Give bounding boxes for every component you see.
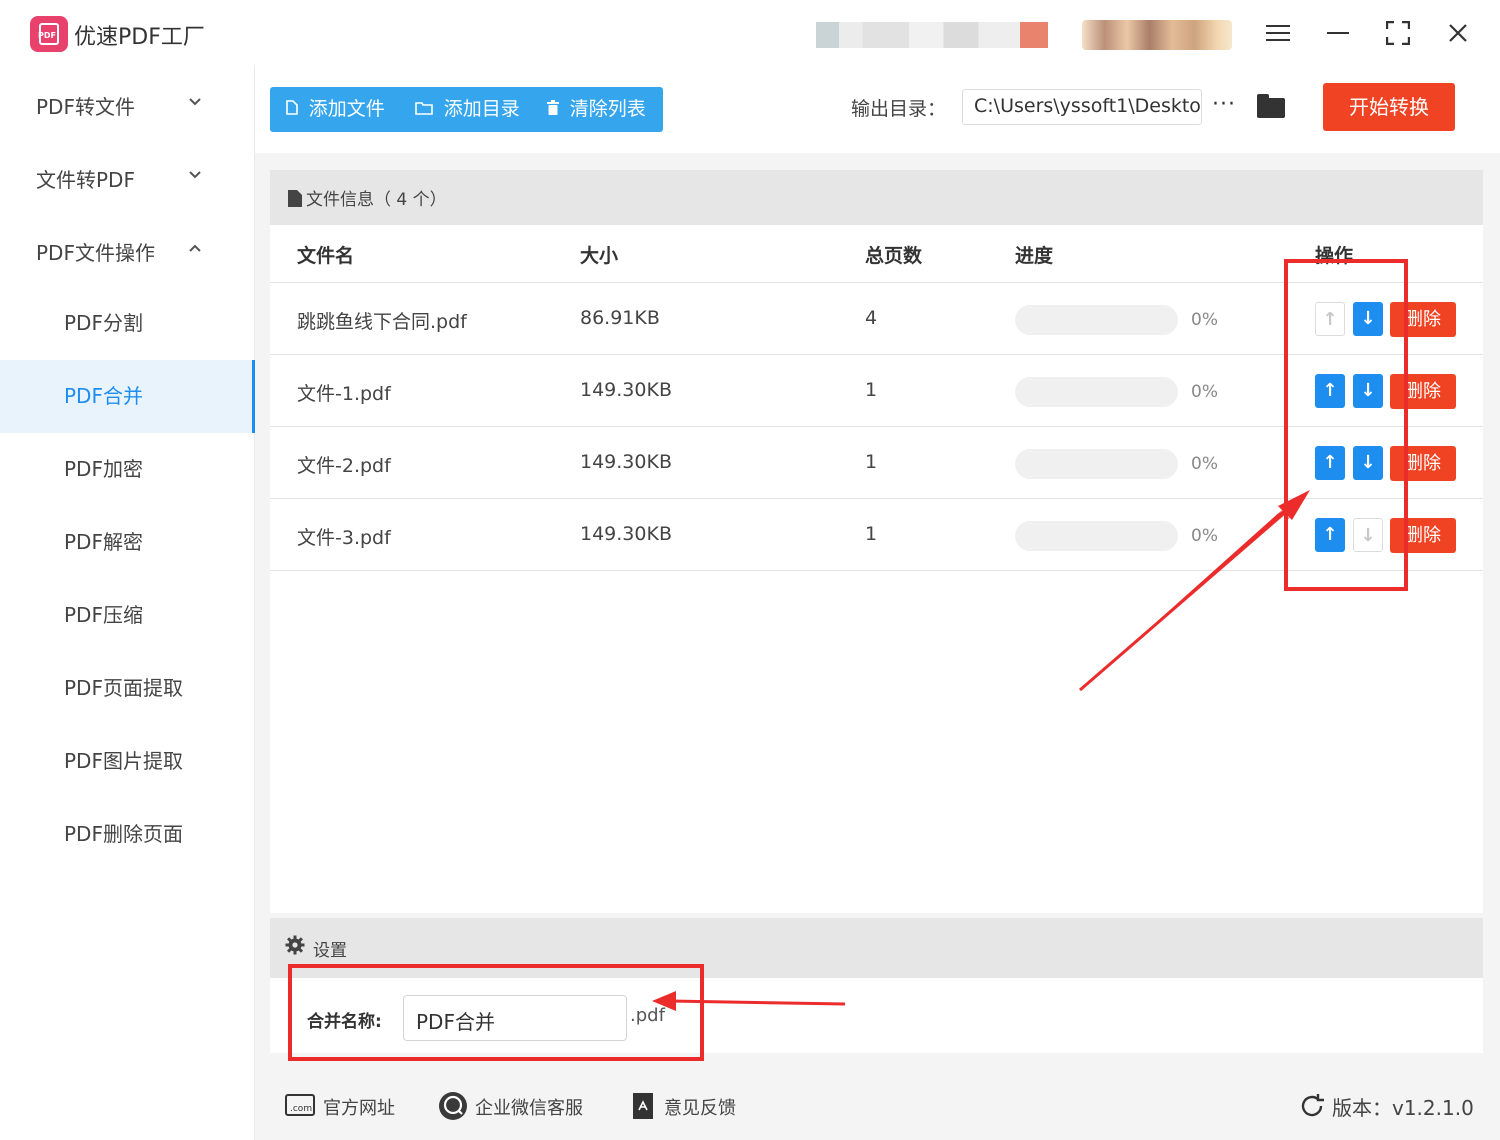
chevron-down-icon[interactable] <box>188 94 202 113</box>
feedback-icon[interactable] <box>632 1092 654 1124</box>
progress-percent: 0% <box>1191 382 1218 402</box>
sidebar-group-pdf-to-file[interactable]: PDF转文件 <box>36 91 135 120</box>
file-info-label: 文件信息（ 4 个） <box>306 190 447 210</box>
file-name: 文件-1.pdf <box>297 383 391 405</box>
minimize-icon[interactable] <box>1320 16 1356 50</box>
progress-bar <box>1015 449 1178 479</box>
website-icon[interactable]: .com <box>285 1094 315 1122</box>
file-size: 149.30KB <box>580 451 672 473</box>
app-title: 优速PDF工厂 <box>74 25 205 50</box>
file-name: 文件-2.pdf <box>297 455 391 477</box>
chevron-down-icon[interactable] <box>188 167 202 186</box>
file-pages: 4 <box>865 307 878 329</box>
progress-percent: 0% <box>1191 526 1218 546</box>
sidebar-group-pdf-operations[interactable]: PDF文件操作 <box>36 237 155 266</box>
output-dir-label: 输出目录： <box>851 98 947 120</box>
file-pages: 1 <box>865 451 878 473</box>
start-convert-button[interactable]: 开始转换 <box>1323 83 1455 131</box>
blurred-user-avatar[interactable] <box>1082 20 1232 50</box>
add-file-button[interactable]: 添加文件 <box>286 87 385 132</box>
sidebar-group-file-to-pdf[interactable]: 文件转PDF <box>36 164 135 193</box>
feedback-link[interactable]: 意见反馈 <box>664 1094 736 1120</box>
folder-icon <box>415 101 438 119</box>
close-icon[interactable] <box>1440 16 1476 50</box>
blurred-account-info <box>816 22 1048 48</box>
refresh-icon[interactable] <box>1299 1093 1325 1123</box>
version-label: 版本：v1.2.1.0 <box>1332 1096 1474 1120</box>
output-dir-field[interactable]: C:\Users\yssoft1\Desktop <box>962 89 1202 125</box>
file-name: 文件-3.pdf <box>297 527 391 549</box>
column-header-pages: 总页数 <box>865 245 923 267</box>
file-toolbar: 添加文件 添加目录 清除列表 <box>270 87 663 132</box>
app-logo-icon: PDF <box>30 16 68 52</box>
annotation-box-merge-name <box>288 964 704 1061</box>
file-pages: 1 <box>865 523 878 545</box>
sidebar-item-pdf-merge[interactable]: PDF合并 <box>0 360 255 433</box>
browse-more-button[interactable]: ··· <box>1212 92 1236 117</box>
document-icon <box>288 190 302 207</box>
sidebar-item-pdf-encrypt[interactable]: PDF加密 <box>0 433 255 506</box>
trash-icon <box>547 100 564 119</box>
column-header-size: 大小 <box>580 245 619 267</box>
file-info-bar: 文件信息（ 4 个） <box>270 170 1483 225</box>
title-bar: PDF 优速PDF工厂 <box>0 0 1500 66</box>
sidebar-item-pdf-image-extract[interactable]: PDF图片提取 <box>0 725 255 798</box>
sidebar-item-pdf-decrypt[interactable]: PDF解密 <box>0 506 255 579</box>
sidebar-item-pdf-page-extract[interactable]: PDF页面提取 <box>0 652 255 725</box>
website-link[interactable]: 官方网址 <box>323 1094 395 1120</box>
file-size: 149.30KB <box>580 523 672 545</box>
sidebar-item-pdf-compress[interactable]: PDF压缩 <box>0 579 255 652</box>
sidebar-item-pdf-delete-pages[interactable]: PDF删除页面 <box>0 798 255 871</box>
wechat-icon[interactable] <box>438 1091 468 1125</box>
file-pages: 1 <box>865 379 878 401</box>
file-icon <box>286 100 303 119</box>
column-header-progress: 进度 <box>1015 245 1054 267</box>
file-size: 149.30KB <box>580 379 672 401</box>
progress-bar <box>1015 521 1178 551</box>
gear-icon <box>285 935 305 960</box>
progress-bar <box>1015 305 1178 335</box>
column-header-filename: 文件名 <box>297 245 355 267</box>
progress-bar <box>1015 377 1178 407</box>
menu-icon[interactable] <box>1260 16 1296 50</box>
settings-label: 设置 <box>313 941 347 961</box>
progress-percent: 0% <box>1191 310 1218 330</box>
progress-percent: 0% <box>1191 454 1218 474</box>
add-directory-button[interactable]: 添加目录 <box>415 87 520 132</box>
file-name: 跳跳鱼线下合同.pdf <box>297 311 467 333</box>
wechat-support-link[interactable]: 企业微信客服 <box>475 1094 583 1120</box>
svg-text:.com: .com <box>290 1104 312 1114</box>
clear-list-button[interactable]: 清除列表 <box>547 87 646 132</box>
fullscreen-icon[interactable] <box>1380 16 1416 50</box>
open-folder-icon[interactable] <box>1257 94 1285 118</box>
sidebar-item-pdf-split[interactable]: PDF分割 <box>0 287 255 360</box>
file-size: 86.91KB <box>580 307 660 329</box>
annotation-box-actions <box>1284 259 1408 591</box>
chevron-up-icon[interactable] <box>188 240 202 259</box>
